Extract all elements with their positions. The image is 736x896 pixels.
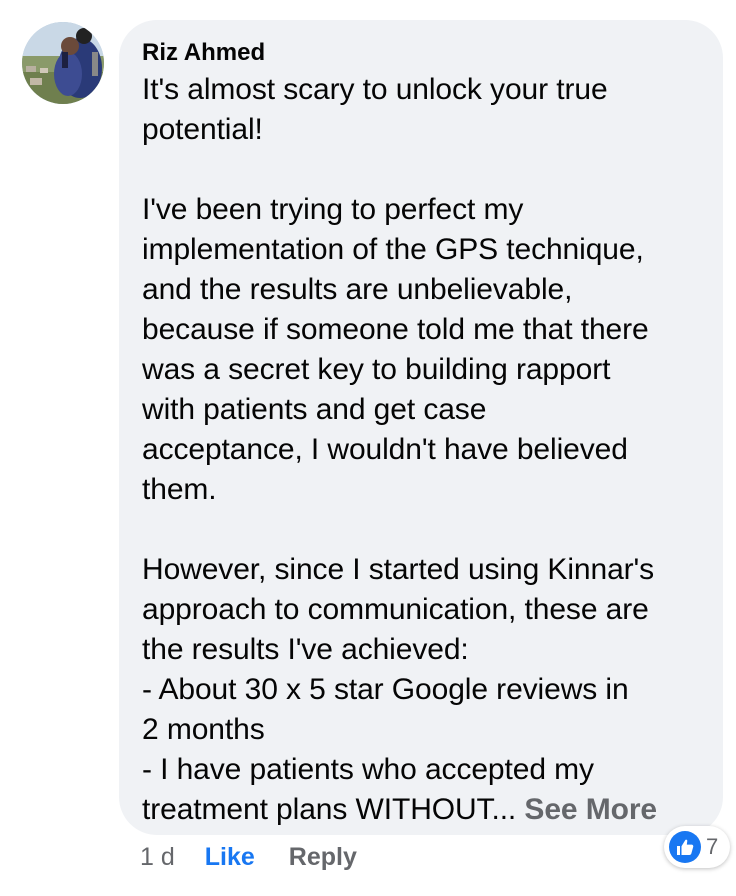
text-line: potential! bbox=[142, 113, 263, 146]
comment-text: It's almost scary to unlock your true po… bbox=[142, 70, 699, 830]
text-line: I've been trying to perfect my bbox=[142, 193, 524, 226]
comment-author[interactable]: Riz Ahmed bbox=[142, 40, 699, 66]
comment-paragraph: I've been trying to perfect my implement… bbox=[142, 190, 699, 510]
text-line: them. bbox=[142, 473, 217, 506]
text-line-last: treatment plans WITHOUT... See More bbox=[142, 790, 699, 830]
text-line: It's almost scary to unlock your true bbox=[142, 73, 608, 106]
comment-paragraph: However, since I started using Kinnar's … bbox=[142, 550, 699, 830]
text-line: the results I've achieved: bbox=[142, 633, 469, 666]
comment-paragraph: It's almost scary to unlock your true po… bbox=[142, 70, 699, 150]
thumbs-up-icon bbox=[669, 831, 701, 863]
like-button[interactable]: Like bbox=[205, 842, 255, 872]
truncated-text: treatment plans WITHOUT... bbox=[142, 793, 517, 826]
avatar[interactable] bbox=[22, 22, 104, 104]
comment-bubble: Riz Ahmed It's almost scary to unlock yo… bbox=[119, 20, 723, 835]
text-line: implementation of the GPS technique, bbox=[142, 233, 644, 266]
see-more-link[interactable]: See More bbox=[524, 793, 657, 826]
reaction-count: 7 bbox=[706, 834, 719, 859]
text-line: with patients and get case bbox=[142, 393, 487, 426]
text-line: 2 months bbox=[142, 713, 265, 746]
text-line: was a secret key to building rapport bbox=[142, 353, 611, 386]
comment-actions: 1 d Like Reply bbox=[140, 842, 357, 872]
avatar-photo bbox=[22, 22, 104, 104]
text-line: because if someone told me that there bbox=[142, 313, 649, 346]
text-line: - I have patients who accepted my bbox=[142, 753, 594, 786]
reactions-summary[interactable]: 7 bbox=[664, 826, 731, 868]
text-line: and the results are unbelievable, bbox=[142, 273, 573, 306]
comment-timestamp[interactable]: 1 d bbox=[140, 842, 175, 872]
text-line: approach to communication, these are bbox=[142, 593, 649, 626]
text-line: - About 30 x 5 star Google reviews in bbox=[142, 673, 629, 706]
text-line: However, since I started using Kinnar's bbox=[142, 553, 655, 586]
comment: Riz Ahmed It's almost scary to unlock yo… bbox=[0, 0, 736, 896]
reply-button[interactable]: Reply bbox=[289, 842, 357, 872]
text-line: acceptance, I wouldn't have believed bbox=[142, 433, 628, 466]
